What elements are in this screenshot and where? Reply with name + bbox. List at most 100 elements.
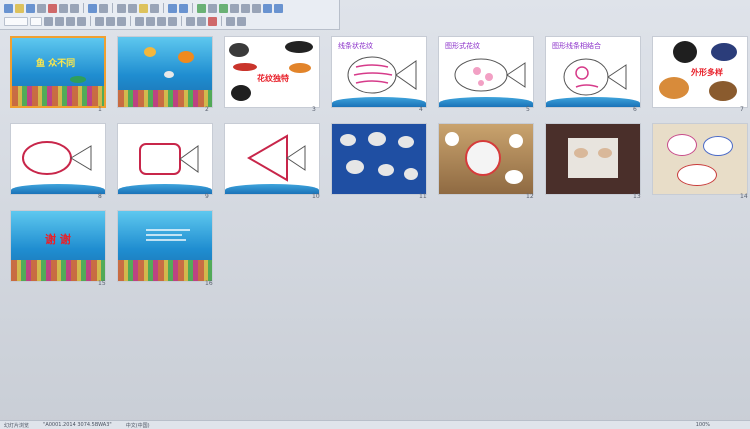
fish-icon <box>711 43 737 61</box>
slide-number: 3 <box>312 106 316 113</box>
help-icon[interactable] <box>274 3 283 13</box>
slide-number: 16 <box>205 280 213 287</box>
toolbar-divider <box>112 3 113 13</box>
theme-name-label: "A0001.2014 3074.5BWA3" <box>43 422 112 428</box>
undo-icon[interactable] <box>168 3 177 13</box>
table-icon[interactable] <box>208 3 217 13</box>
decrease-font-icon[interactable] <box>168 16 177 26</box>
align-right-icon[interactable] <box>117 16 126 26</box>
print-icon[interactable] <box>59 3 68 13</box>
slide-big-text: 鱼 众不同 <box>36 59 76 69</box>
slide-thumbnail[interactable]: 谢 谢 <box>10 210 106 282</box>
slide-number: 5 <box>526 106 530 113</box>
fish-icon <box>233 63 257 71</box>
text-box-icon[interactable] <box>230 3 239 13</box>
fish-icon <box>231 85 251 101</box>
font-size-dropdown[interactable] <box>30 16 42 26</box>
italic-icon[interactable] <box>55 16 64 26</box>
new-icon[interactable] <box>4 3 13 13</box>
zoom-level[interactable]: 100% <box>696 422 750 428</box>
toolbar-divider <box>163 3 164 13</box>
font-name-dropdown[interactable] <box>4 16 28 26</box>
format-painter-icon[interactable] <box>150 3 159 13</box>
slide-thumbnail[interactable] <box>117 36 213 108</box>
grid-icon[interactable] <box>252 3 261 13</box>
fish-icon <box>673 41 697 63</box>
preview-icon[interactable] <box>70 3 79 13</box>
increase-font-icon[interactable] <box>157 16 166 26</box>
design-icon[interactable] <box>226 16 235 26</box>
new-slide-button-icon[interactable] <box>237 16 246 26</box>
text-line <box>146 239 186 241</box>
increase-indent-icon[interactable] <box>197 16 206 26</box>
email-icon[interactable] <box>48 3 57 13</box>
redo-icon[interactable] <box>179 3 188 13</box>
align-center-icon[interactable] <box>106 16 115 26</box>
copy-icon[interactable] <box>128 3 137 13</box>
slide-number: 1 <box>98 106 102 113</box>
paper-fish <box>703 136 733 156</box>
slide-thumbnail[interactable] <box>224 123 320 195</box>
chart-icon[interactable] <box>219 3 228 13</box>
slide-thumbnail[interactable] <box>652 123 748 195</box>
slide-number: 15 <box>98 280 106 287</box>
paper-shape <box>445 132 459 146</box>
slide-thumbnail[interactable] <box>331 123 427 195</box>
slide-thumbnail[interactable]: 外形多样 <box>652 36 748 108</box>
slide-thumbnail[interactable]: 鱼 众不同 <box>10 36 106 108</box>
align-left-icon[interactable] <box>95 16 104 26</box>
slide-thumbnail[interactable] <box>545 123 641 195</box>
slide-thumbnail[interactable]: 花纹独特 <box>224 36 320 108</box>
toolbar-divider <box>221 16 222 26</box>
paste-icon[interactable] <box>139 3 148 13</box>
slide-thumbnail[interactable] <box>10 123 106 195</box>
slide-sorter: 鱼 众不同 1 2 花纹独特 3 线条状花纹 4 图形式花纹 5 图形线条相结合… <box>0 30 750 420</box>
spelling-icon[interactable] <box>88 3 97 13</box>
coral-reef <box>118 90 212 107</box>
research-icon[interactable] <box>99 3 108 13</box>
fish-icon <box>229 43 249 57</box>
slide-number: 7 <box>740 106 744 113</box>
slide-thumbnail[interactable]: 图形式花纹 <box>438 36 534 108</box>
hand-shape <box>598 148 612 158</box>
paper-shape <box>505 170 523 184</box>
fish-icon <box>368 132 386 146</box>
slide-thumbnail[interactable]: 线条状花纹 <box>331 36 427 108</box>
numbering-icon[interactable] <box>135 16 144 26</box>
decrease-indent-icon[interactable] <box>186 16 195 26</box>
coral-reef <box>11 260 105 281</box>
slide-number: 4 <box>419 106 423 113</box>
toolbar-row-standard <box>4 2 283 14</box>
bold-icon[interactable] <box>44 16 53 26</box>
open-icon[interactable] <box>15 3 24 13</box>
new-slide-icon[interactable] <box>241 3 250 13</box>
slide-number: 14 <box>740 193 748 200</box>
wave-footer <box>11 184 105 194</box>
cut-icon[interactable] <box>117 3 126 13</box>
slide-thumbnail[interactable] <box>438 123 534 195</box>
fish-icon <box>178 51 194 63</box>
permission-icon[interactable] <box>37 3 46 13</box>
zoom-icon[interactable] <box>263 3 272 13</box>
wave-footer <box>118 184 212 194</box>
shadow-icon[interactable] <box>77 16 86 26</box>
bullets-icon[interactable] <box>146 16 155 26</box>
underline-icon[interactable] <box>66 16 75 26</box>
hyperlink-icon[interactable] <box>197 3 206 13</box>
slide-number: 8 <box>98 193 102 200</box>
text-line <box>146 229 190 231</box>
paper-fish <box>677 164 717 186</box>
save-icon[interactable] <box>26 3 35 13</box>
slide-number: 12 <box>526 193 534 200</box>
fish-icon <box>285 41 313 53</box>
slide-number: 13 <box>633 193 641 200</box>
slide-thumbnail[interactable] <box>117 210 213 282</box>
slide-number: 11 <box>419 193 427 200</box>
slide-thumbnail[interactable]: 图形线条相结合 <box>545 36 641 108</box>
paper-fish <box>667 134 697 156</box>
toolbar <box>0 0 340 30</box>
font-color-icon[interactable] <box>208 16 217 26</box>
toolbar-divider <box>90 16 91 26</box>
slide-number: 6 <box>633 106 637 113</box>
slide-thumbnail[interactable] <box>117 123 213 195</box>
